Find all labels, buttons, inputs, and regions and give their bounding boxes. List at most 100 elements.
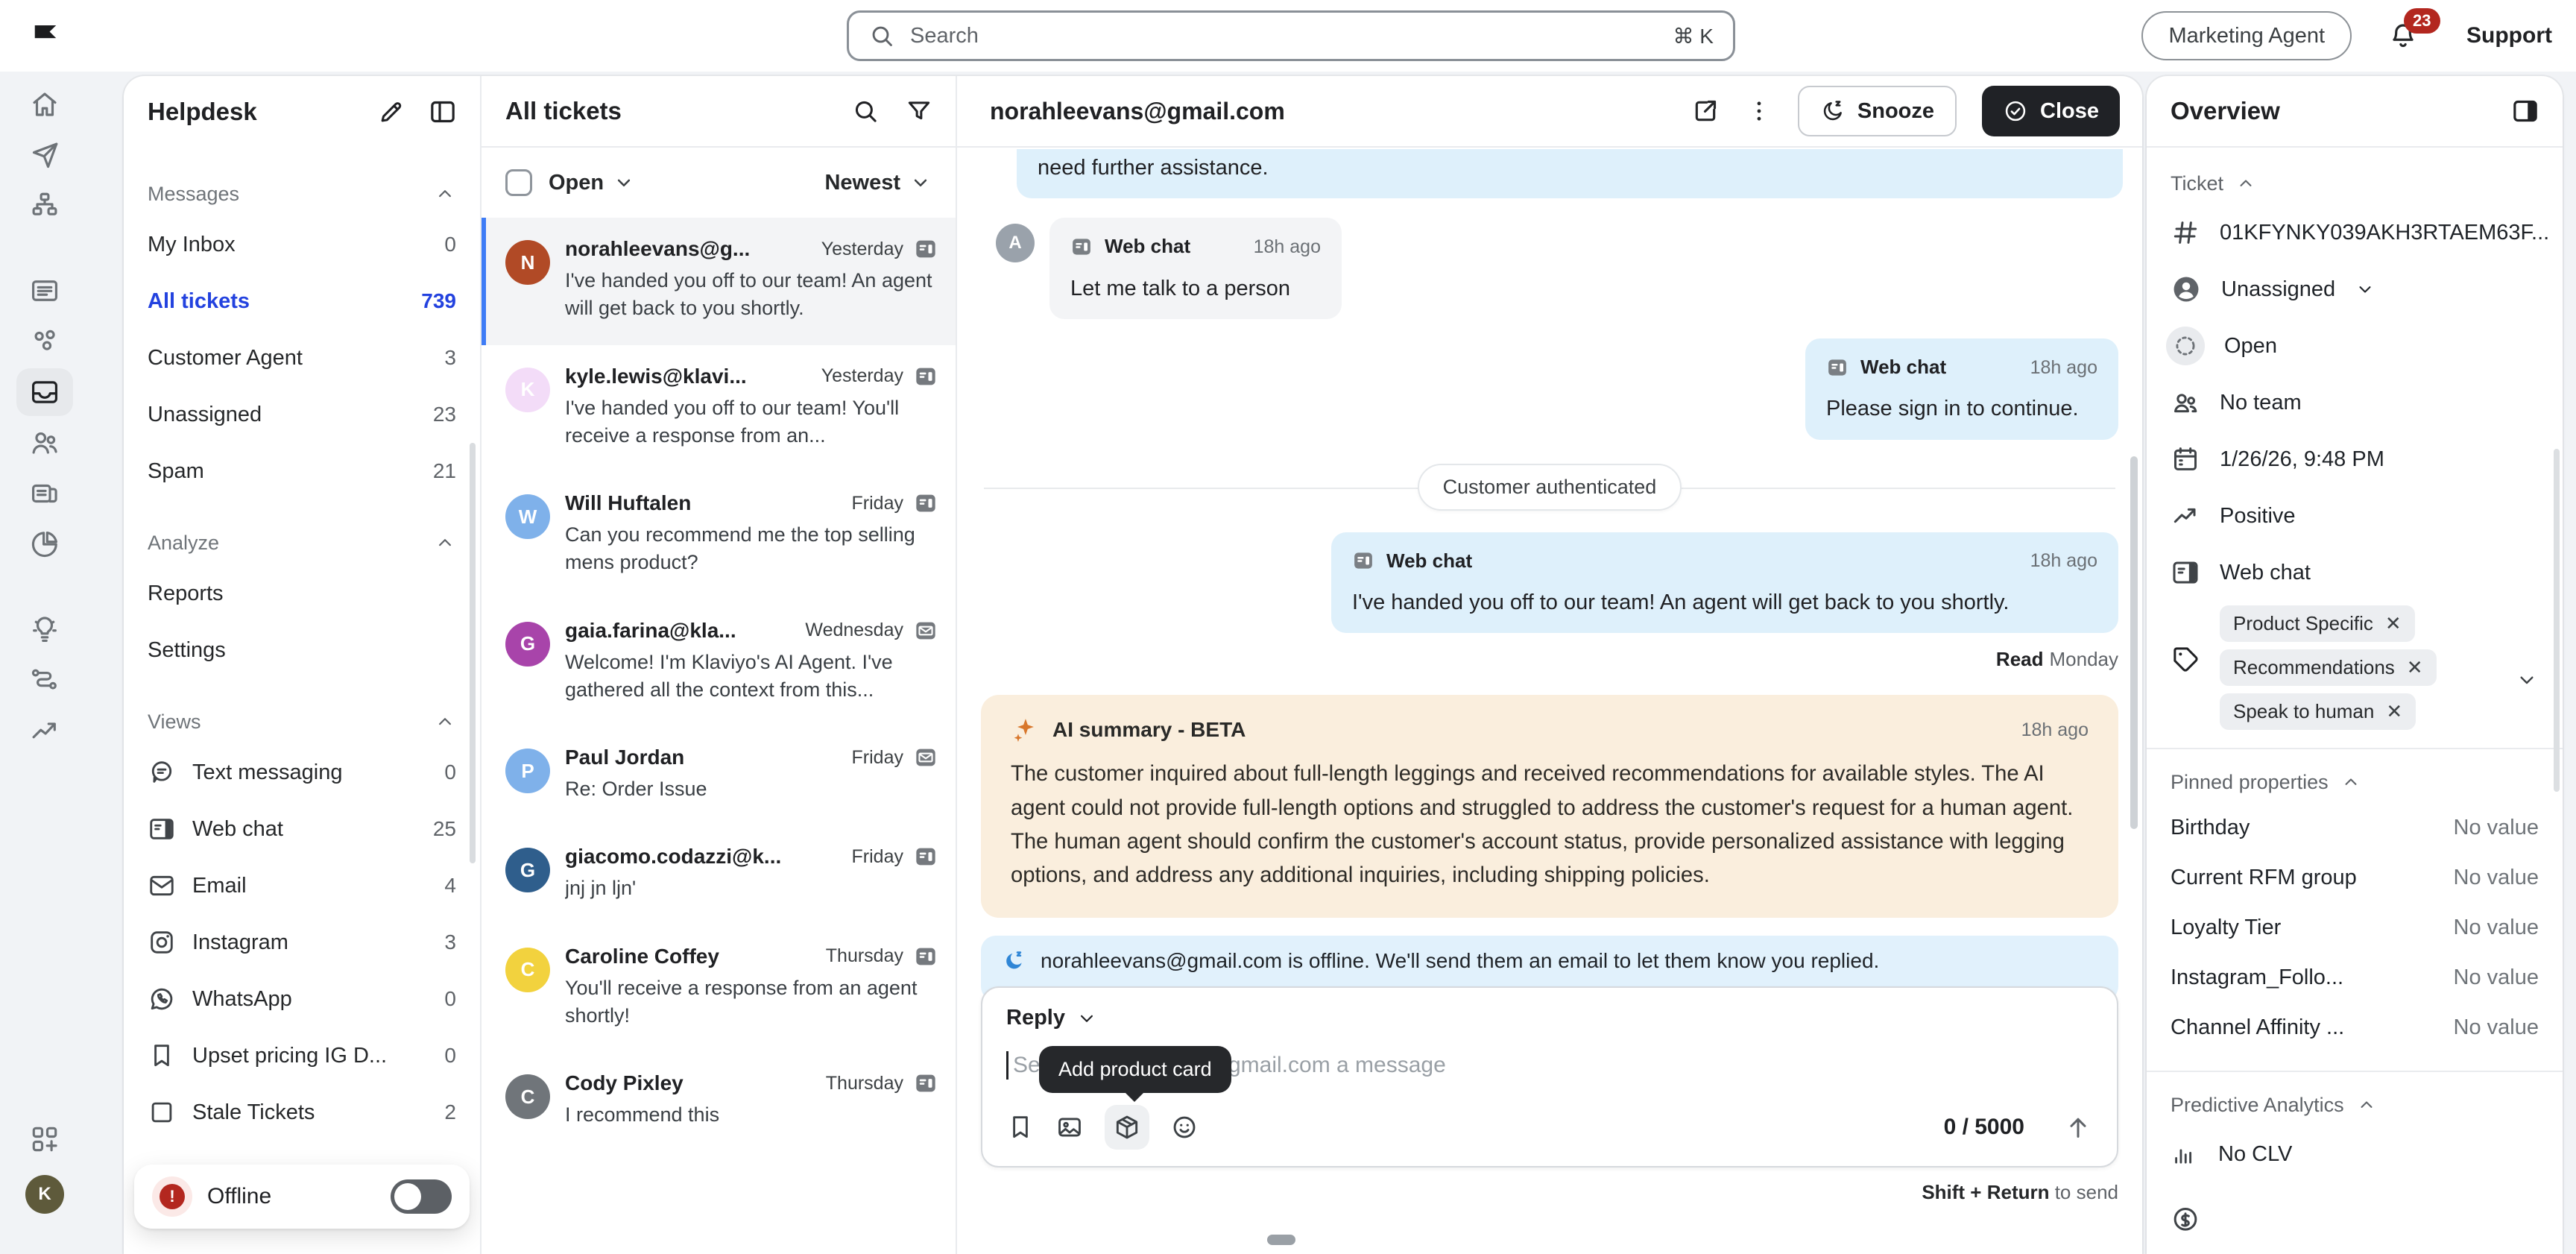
search-input[interactable]: Search ⌘ K <box>847 10 1735 61</box>
ticket-row[interactable]: W Will Huftalen Friday Can you recommend… <box>482 472 956 599</box>
drag-handle[interactable] <box>1267 1235 1295 1245</box>
channel-row[interactable]: Web chat <box>2171 544 2539 601</box>
rail-item-home[interactable] <box>16 81 73 128</box>
sidebar-item-customer-agent[interactable]: Customer Agent3 <box>148 330 456 386</box>
sidebar-item-settings[interactable]: Settings <box>148 622 456 678</box>
sidebar-item-text-messaging[interactable]: Text messaging0 <box>148 744 456 801</box>
insert-image-button[interactable] <box>1055 1113 1084 1141</box>
channel-label: Web chat <box>1386 547 1472 576</box>
notifications-button[interactable]: 23 <box>2387 20 2431 51</box>
account-avatar[interactable]: K <box>25 1175 64 1214</box>
filter-icon[interactable] <box>905 97 933 125</box>
sidebar-item-stale-tickets[interactable]: Stale Tickets2 <box>148 1084 456 1141</box>
close-button[interactable]: Close <box>1982 86 2120 136</box>
sidebar-item-whatsapp[interactable]: WhatsApp0 <box>148 971 456 1027</box>
rail-item-flows[interactable] <box>16 182 73 230</box>
rail-item-inbox[interactable] <box>16 368 73 416</box>
section-label-predictive-analytics[interactable]: Predictive Analytics <box>2171 1084 2539 1126</box>
overview-scrollbar[interactable] <box>2554 449 2560 792</box>
assignee-dropdown[interactable]: Unassigned <box>2171 261 2539 318</box>
klaviyo-logo-icon[interactable] <box>30 21 61 48</box>
sidebar-item-spam[interactable]: Spam21 <box>148 443 456 500</box>
offline-label: Offline <box>207 1184 271 1209</box>
status-filter-dropdown[interactable]: Open <box>549 171 635 195</box>
remove-tag-icon[interactable]: ✕ <box>2386 700 2402 723</box>
ticket-row[interactable]: P Paul Jordan Friday Re: Order Issue <box>482 726 956 825</box>
support-link[interactable]: Support <box>2466 23 2552 48</box>
sidebar-scrollbar[interactable] <box>470 443 476 863</box>
tooltip: Add product card <box>1039 1046 1231 1093</box>
property-value: No value <box>2454 916 2539 940</box>
avatar: P <box>505 749 550 793</box>
tag-pill[interactable]: Product Specific✕ <box>2220 605 2415 642</box>
send-button[interactable] <box>2063 1112 2093 1142</box>
rail-item-integrations[interactable] <box>16 1115 73 1163</box>
rail-item-campaigns[interactable] <box>16 267 73 315</box>
avatar: G <box>505 848 550 892</box>
add-product-card-button[interactable] <box>1105 1105 1149 1150</box>
reply-mode-dropdown[interactable]: Reply <box>1006 1006 1098 1030</box>
ticket-row[interactable]: K kyle.lewis@klavi... Yesterday I've han… <box>482 345 956 473</box>
sidebar-item-all-tickets[interactable]: All tickets739 <box>148 273 456 330</box>
message-row: A Web chat18h agoLet me talk to a person <box>981 218 2118 319</box>
open-in-new-icon[interactable] <box>1690 96 1720 126</box>
collapse-sidebar-icon[interactable] <box>428 97 458 127</box>
remove-tag-icon[interactable]: ✕ <box>2407 656 2423 679</box>
collapse-panel-icon[interactable] <box>2510 96 2540 126</box>
rail-item-forms[interactable] <box>16 318 73 365</box>
remove-tag-icon[interactable]: ✕ <box>2385 612 2402 635</box>
ticket-row[interactable]: G giacomo.codazzi@k... Friday jnj jn ljn… <box>482 825 956 924</box>
created-datetime-row-value: 1/26/26, 9:48 PM <box>2220 447 2384 472</box>
ticket-search-icon[interactable] <box>851 97 880 125</box>
tag-pill[interactable]: Recommendations✕ <box>2220 649 2437 686</box>
rail-item-analytics-pie[interactable] <box>16 520 73 568</box>
square-icon <box>148 1098 176 1127</box>
team-icon <box>2171 388 2200 418</box>
section-label-ticket[interactable]: Ticket <box>2171 163 2539 204</box>
sidebar-item-reports[interactable]: Reports <box>148 565 456 622</box>
section-label-views[interactable]: Views <box>148 699 456 744</box>
sidebar-item-my-inbox[interactable]: My Inbox0 <box>148 216 456 273</box>
rail-item-journeys[interactable] <box>16 656 73 704</box>
analytics-pie-icon <box>29 529 60 560</box>
ticket-row[interactable]: G gaia.farina@kla... Wednesday Welcome! … <box>482 599 956 727</box>
created-datetime-row[interactable]: 1/26/26, 9:48 PM <box>2171 431 2539 488</box>
emoji-button[interactable] <box>1170 1113 1199 1141</box>
tag-pill[interactable]: Speak to human✕ <box>2220 693 2416 730</box>
sidebar-item-web-chat[interactable]: Web chat25 <box>148 801 456 857</box>
compose-icon[interactable] <box>377 98 405 126</box>
availability-toggle[interactable] <box>391 1179 452 1214</box>
ticket-row[interactable]: N norahleevans@g... Yesterday I've hande… <box>482 218 956 345</box>
marketing-agent-button[interactable]: Marketing Agent <box>2141 11 2352 60</box>
sidebar-item-upset-pricing-ig-d-[interactable]: Upset pricing IG D...0 <box>148 1027 456 1084</box>
sort-dropdown[interactable]: Newest <box>824 171 932 195</box>
rail-item-reviews[interactable] <box>16 470 73 517</box>
ticket-id-value: 01KFYNKY039AKH3RTAEM63F... <box>2220 221 2549 245</box>
ticket-row[interactable]: C Cody Pixley Thursday I recommend this <box>482 1052 956 1151</box>
message-bubble: Web chat18h agoLet me talk to a person <box>1049 218 1342 319</box>
section-label-pinned-properties[interactable]: Pinned properties <box>2171 761 2539 803</box>
rail-item-send[interactable] <box>16 131 73 179</box>
ticket-row[interactable]: C Caroline Coffey Thursday You'll receiv… <box>482 925 956 1053</box>
sidebar-item-email[interactable]: Email4 <box>148 857 456 914</box>
ticket-id[interactable]: 01KFYNKY039AKH3RTAEM63F... <box>2171 204 2539 261</box>
snooze-button[interactable]: Snooze <box>1798 86 1957 136</box>
sidebar-item-instagram[interactable]: Instagram3 <box>148 914 456 971</box>
select-all-checkbox[interactable] <box>505 169 532 196</box>
rail-item-idea[interactable] <box>16 605 73 653</box>
status-row[interactable]: Open <box>2171 318 2539 374</box>
more-menu-icon[interactable] <box>1746 98 1772 125</box>
ticket-name: giacomo.codazzi@k... <box>565 845 842 869</box>
sentiment-row[interactable]: Positive <box>2171 488 2539 544</box>
section-label-messages[interactable]: Messages <box>148 171 456 216</box>
expand-tags-icon[interactable] <box>2515 668 2539 692</box>
conversation-scrollbar[interactable] <box>2130 456 2138 829</box>
section-label-analyze[interactable]: Analyze <box>148 520 456 565</box>
rail-item-performance[interactable] <box>16 707 73 754</box>
rail-item-audience[interactable] <box>16 419 73 467</box>
ticket-preview: Re: Order Issue <box>565 775 938 803</box>
saved-replies-button[interactable] <box>1006 1113 1035 1141</box>
sidebar-item-unassigned[interactable]: Unassigned23 <box>148 386 456 443</box>
team-row[interactable]: No team <box>2171 374 2539 431</box>
sidebar-item-label: Instagram <box>192 930 288 955</box>
